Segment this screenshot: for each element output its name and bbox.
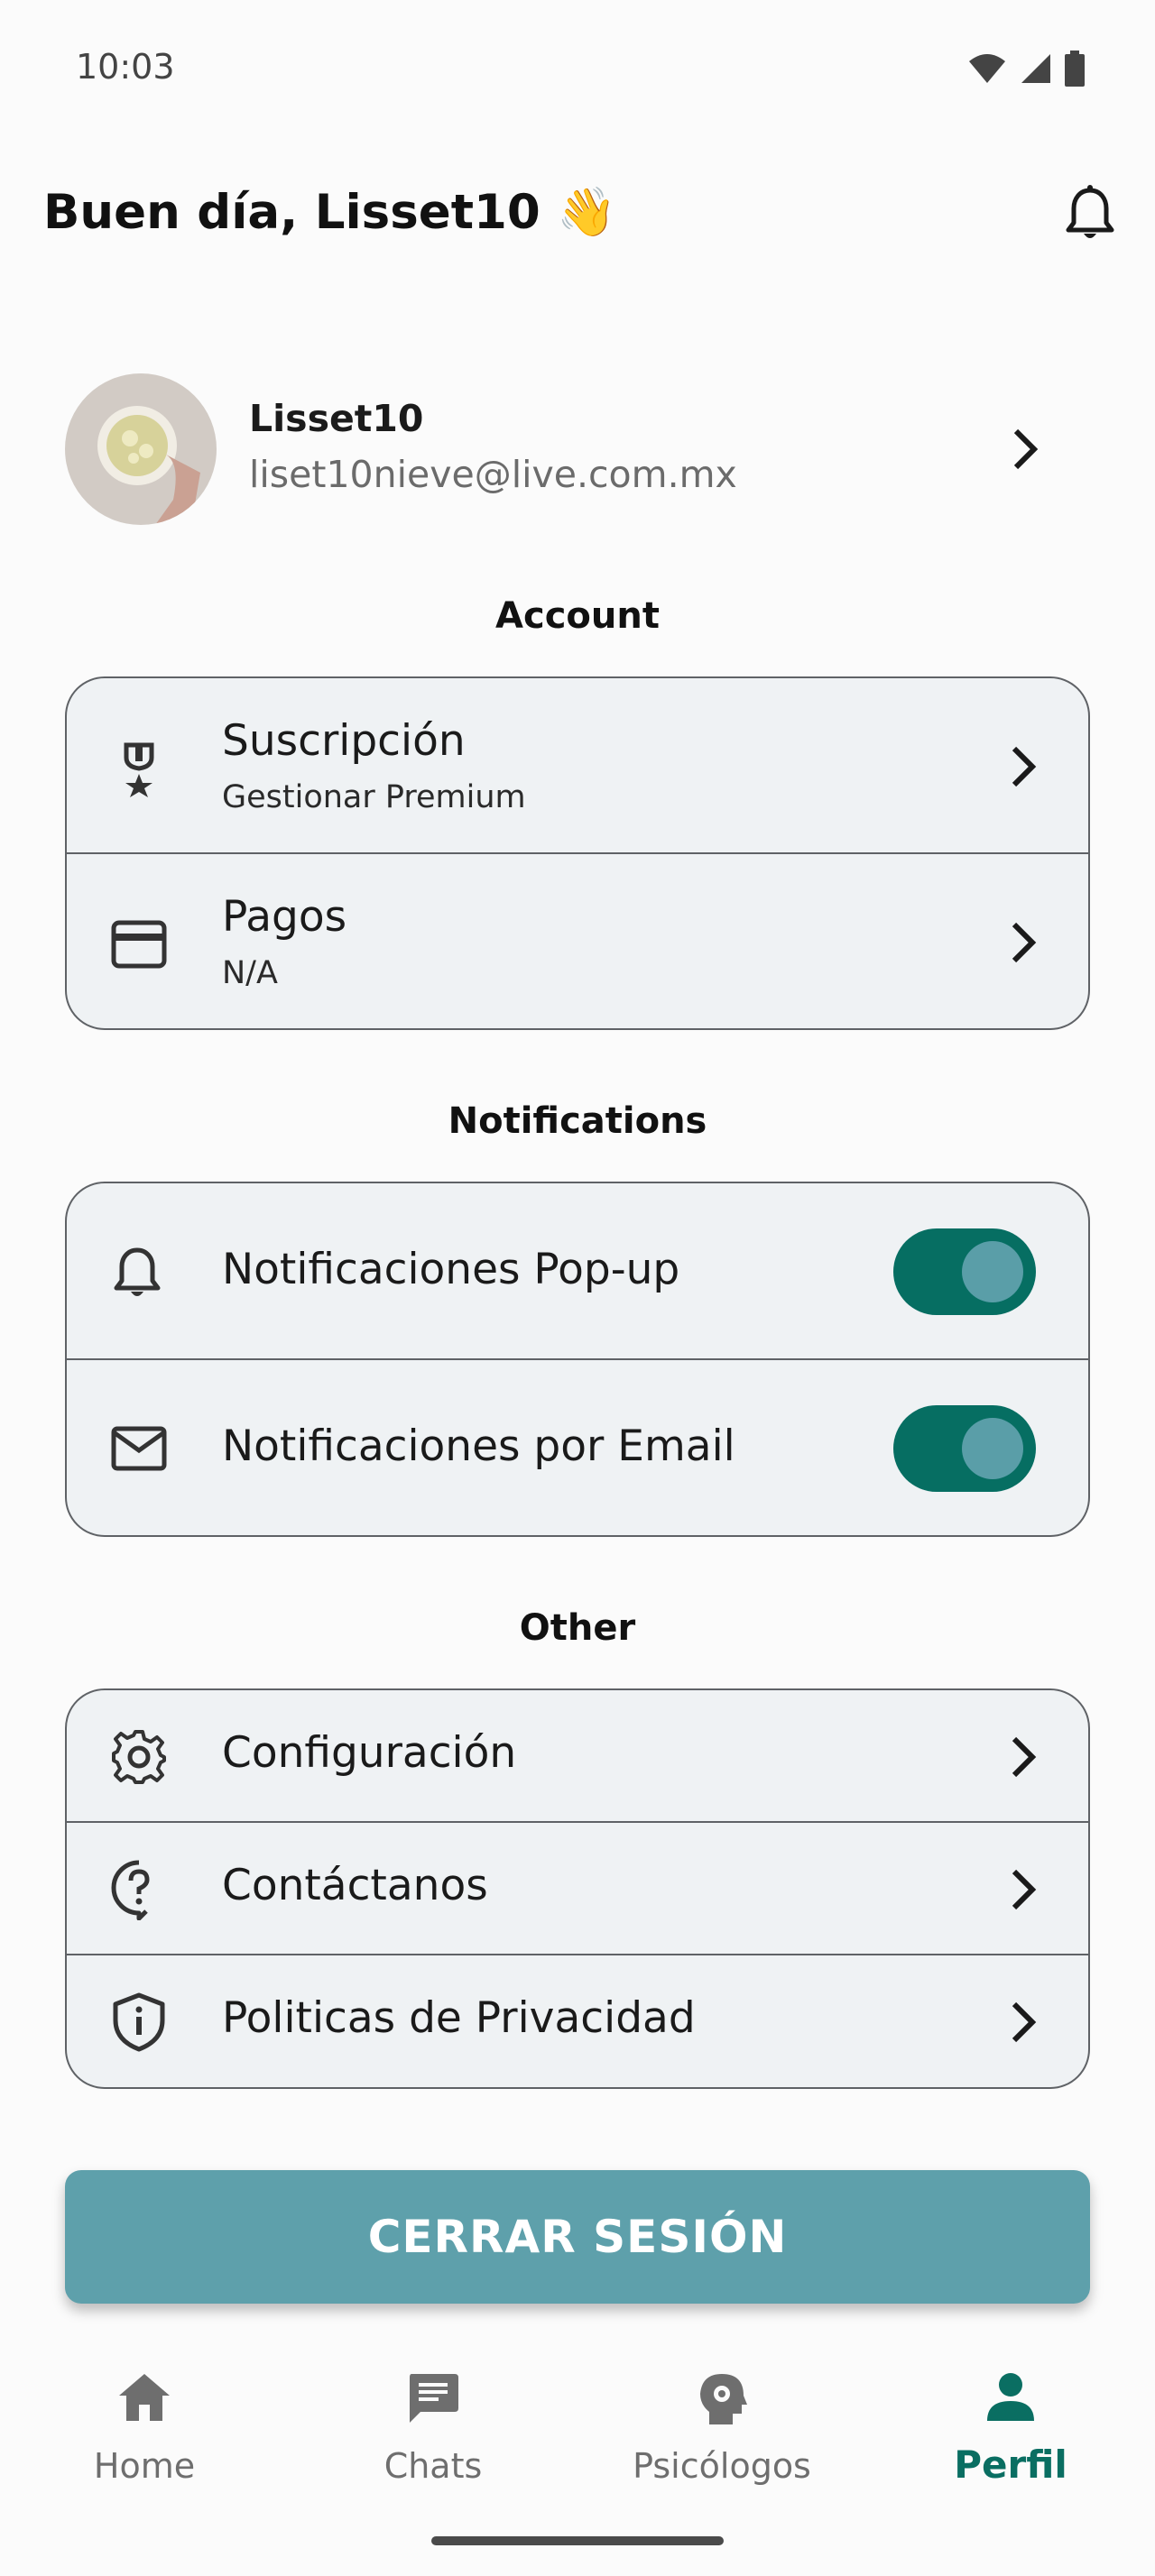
notifications-bell-button[interactable] bbox=[1065, 185, 1115, 243]
logout-button[interactable]: CERRAR SESIÓN bbox=[65, 2170, 1090, 2304]
status-icons bbox=[967, 51, 1085, 87]
notifications-card: Notificaciones Pop-up Notificaciones por… bbox=[65, 1182, 1090, 1537]
wifi-icon bbox=[969, 54, 1005, 83]
profile-email: liset10nieve@live.com.mx bbox=[249, 453, 737, 496]
nav-item-chats[interactable]: Chats bbox=[289, 2345, 578, 2507]
status-bar: 10:03 bbox=[0, 0, 1155, 135]
notification-item-email: Notificaciones por Email bbox=[67, 1360, 1088, 1535]
chevron-right-icon bbox=[1012, 1736, 1037, 1778]
chevron-right-icon bbox=[1012, 1869, 1037, 1910]
other-card: Configuración Contáctanos Politicas de P… bbox=[65, 1688, 1090, 2089]
signal-icon bbox=[1021, 54, 1050, 83]
account-card: Suscripción Gestionar Premium Pagos N/A bbox=[65, 676, 1090, 1030]
notification-item-label: Notificaciones Pop-up bbox=[222, 1245, 680, 1294]
account-item-subscription[interactable]: Suscripción Gestionar Premium bbox=[67, 678, 1088, 854]
account-item-label: Pagos bbox=[222, 892, 347, 942]
section-title-notifications: Notifications bbox=[448, 1100, 707, 1142]
home-indicator[interactable] bbox=[431, 2536, 724, 2545]
account-item-payments[interactable]: Pagos N/A bbox=[67, 854, 1088, 1028]
popup-notifications-toggle[interactable] bbox=[893, 1228, 1036, 1315]
profile-screen: 10:03 Buen día, Lisset10 👋 Lisset10 lise… bbox=[0, 0, 1155, 2576]
nav-label: Chats bbox=[383, 2446, 483, 2486]
home-icon bbox=[119, 2374, 170, 2421]
medal-icon bbox=[124, 742, 154, 797]
greeting-title: Buen día, Lisset10 👋 bbox=[43, 185, 617, 240]
other-item-label: Contáctanos bbox=[222, 1861, 488, 1910]
other-item-label: Politicas de Privacidad bbox=[222, 1993, 696, 2043]
status-time: 10:03 bbox=[76, 47, 175, 87]
head-gear-icon bbox=[700, 2374, 747, 2424]
other-item-contact[interactable]: Contáctanos bbox=[67, 1823, 1088, 1955]
other-item-privacy[interactable]: Politicas de Privacidad bbox=[67, 1955, 1088, 2087]
account-item-subtitle: N/A bbox=[222, 955, 278, 991]
section-title-account: Account bbox=[495, 595, 660, 637]
notification-item-popup: Notificaciones Pop-up bbox=[67, 1183, 1088, 1360]
avatar-image bbox=[65, 373, 217, 525]
gear-icon bbox=[112, 1730, 166, 1784]
help-circle-icon bbox=[111, 1860, 150, 1920]
nav-item-psychologists[interactable]: Psicólogos bbox=[578, 2345, 866, 2507]
credit-card-icon bbox=[111, 920, 167, 969]
chevron-right-icon bbox=[1012, 746, 1037, 787]
chevron-right-icon bbox=[1012, 922, 1037, 963]
toggle-knob bbox=[962, 1241, 1023, 1302]
shield-icon bbox=[113, 1992, 165, 2052]
nav-item-profile[interactable]: Perfil bbox=[866, 2345, 1155, 2507]
section-title-other: Other bbox=[519, 1607, 636, 1649]
bottom-navigation: Home Chats Psicólogos Perfil bbox=[0, 2345, 1155, 2507]
battery-icon bbox=[1065, 51, 1085, 87]
bell-icon bbox=[114, 1247, 161, 1296]
other-item-settings[interactable]: Configuración bbox=[67, 1690, 1088, 1823]
chevron-right-icon bbox=[1012, 2001, 1037, 2043]
chat-icon bbox=[410, 2374, 458, 2423]
avatar[interactable] bbox=[65, 373, 217, 525]
nav-label: Perfil bbox=[954, 2443, 1067, 2487]
nav-item-home[interactable]: Home bbox=[0, 2345, 289, 2507]
nav-label: Psicólogos bbox=[633, 2446, 811, 2486]
email-notifications-toggle[interactable] bbox=[893, 1405, 1036, 1492]
nav-label: Home bbox=[93, 2446, 196, 2486]
profile-name: Lisset10 bbox=[249, 397, 424, 440]
notification-item-label: Notificaciones por Email bbox=[222, 1421, 735, 1471]
person-icon bbox=[987, 2373, 1034, 2421]
toggle-knob bbox=[962, 1418, 1023, 1479]
account-item-subtitle: Gestionar Premium bbox=[222, 779, 526, 815]
account-item-label: Suscripción bbox=[222, 716, 466, 766]
chevron-right-icon[interactable] bbox=[1007, 426, 1043, 473]
bell-icon bbox=[1066, 185, 1114, 238]
mail-icon bbox=[111, 1426, 167, 1471]
other-item-label: Configuración bbox=[222, 1728, 517, 1778]
